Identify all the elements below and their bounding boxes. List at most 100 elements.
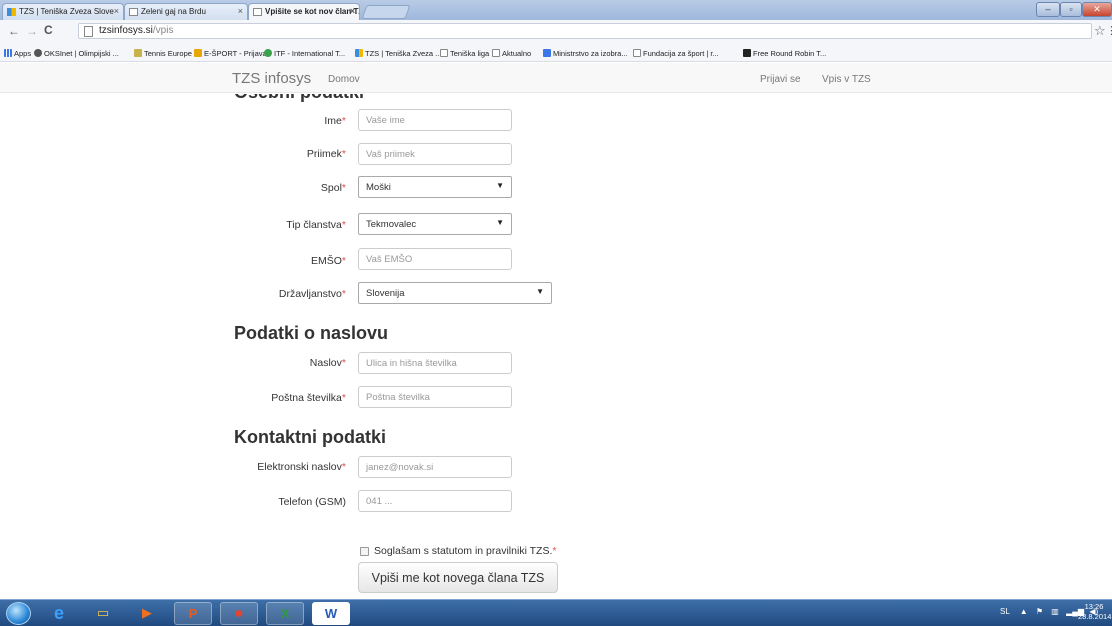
page-icon	[633, 49, 641, 57]
section-heading-personal: Osebni podatki	[234, 94, 364, 103]
start-button[interactable]	[6, 602, 31, 625]
maximize-button[interactable]: ▫	[1060, 2, 1082, 17]
street-label: Naslov*	[309, 357, 346, 369]
membership-type-label: Tip članstva*	[286, 219, 346, 231]
membership-type-select[interactable]: Tekmovalec ▼	[358, 213, 512, 235]
powerpoint-icon[interactable]: P	[174, 602, 212, 625]
registration-form: Osebni podatki Ime* Vaše ime Priimek* Va…	[0, 94, 1112, 599]
phone-input[interactable]: 041 ...	[358, 490, 512, 512]
bookmark-tennis-europe[interactable]: Tennis Europe	[134, 49, 192, 58]
page-favicon-icon	[129, 8, 138, 16]
bookmark-fundacija[interactable]: Fundacija za šport | r...	[633, 49, 719, 58]
clock-time: 13:26	[1084, 602, 1104, 611]
nav-home[interactable]: Domov	[328, 74, 360, 85]
postal-code-label: Poštna številka*	[271, 392, 346, 404]
tab-tzs-teniska-zveza[interactable]: TZS | Teniška Zveza Slove ×	[2, 3, 124, 20]
tab-close-icon[interactable]: ×	[114, 6, 119, 16]
section-heading-contact: Kontaktni podatki	[234, 427, 386, 447]
bookmark-e-sport[interactable]: E-ŠPORT - Prijava	[194, 49, 267, 58]
bookmark-round-robin[interactable]: Free Round Robin T...	[743, 49, 826, 58]
ministry-icon	[543, 49, 551, 57]
excel-icon[interactable]: X	[266, 602, 304, 625]
olympic-rings-icon	[34, 49, 42, 57]
taskbar-clock[interactable]: 13:26 28.8.2014	[1078, 602, 1112, 622]
nav-register[interactable]: Vpis v TZS	[822, 74, 871, 85]
page-icon	[84, 26, 93, 37]
flag-icon[interactable]: ⚑	[1036, 607, 1043, 616]
internet-explorer-icon[interactable]: e	[40, 602, 78, 625]
email-label: Elektronski naslov*	[257, 461, 346, 473]
bookmark-ministrstvo[interactable]: Ministrstvo za izobra...	[543, 49, 628, 58]
language-indicator[interactable]: SL	[1000, 607, 1010, 616]
itf-icon	[264, 49, 272, 57]
last-name-input[interactable]: Vaš priimek	[358, 143, 512, 165]
tab-zeleni-gaj[interactable]: Zeleni gaj na Brdu ×	[124, 3, 248, 20]
address-bar[interactable]: tzsinfosys.si/vpis	[78, 23, 1092, 39]
bookmark-tzs[interactable]: TZS | Teniška Zveza ...	[355, 49, 441, 58]
file-explorer-icon[interactable]: ▭	[84, 602, 122, 625]
agree-checkbox[interactable]	[360, 547, 369, 556]
back-arrow-icon[interactable]: ←	[8, 24, 20, 38]
tab-vpis[interactable]: Vpišite se kot nov član TZ ×	[248, 3, 360, 20]
first-name-input[interactable]: Vaše ime	[358, 109, 512, 131]
tab-title: TZS | Teniška Zveza Slove	[19, 7, 114, 16]
nav-login[interactable]: Prijavi se	[760, 74, 801, 85]
chrome-icon[interactable]: ●	[220, 602, 258, 625]
section-heading-address: Podatki o naslovu	[234, 323, 389, 343]
tennis-racket-icon	[134, 49, 142, 57]
bookmark-star-icon[interactable]: ☆	[1094, 23, 1106, 39]
page-icon	[440, 49, 448, 57]
bookmarks-bar: Apps OKSInet | Olimpijski ... Tennis Eur…	[0, 45, 1112, 62]
forward-arrow-icon[interactable]: →	[26, 24, 38, 38]
clock-date: 28.8.2014	[1078, 612, 1112, 621]
tab-title: Vpišite se kot nov član TZ	[265, 7, 360, 16]
bookmark-teniska-liga[interactable]: Teniška liga	[440, 49, 489, 58]
network-icon[interactable]: ▥	[1051, 607, 1059, 616]
new-tab-button[interactable]	[361, 5, 411, 19]
gender-select[interactable]: Moški ▼	[358, 176, 512, 198]
phone-label: Telefon (GSM)	[278, 496, 346, 508]
browser-toolbar: ← → C tzsinfosys.si/vpis ☆ ⋮	[0, 20, 1112, 45]
bookmark-aktualno[interactable]: Aktualno	[492, 49, 531, 58]
gender-label: Spol*	[320, 182, 346, 194]
bookmark-itf[interactable]: ITF - International T...	[264, 49, 345, 58]
word-icon[interactable]: W	[312, 602, 350, 625]
postal-code-input[interactable]: Poštna številka	[358, 386, 512, 408]
media-player-icon[interactable]: ▶	[128, 602, 166, 625]
dropdown-arrow-icon: ▼	[496, 218, 504, 227]
citizenship-select[interactable]: Slovenija ▼	[358, 282, 552, 304]
submit-button[interactable]: Vpiši me kot novega člana TZS	[358, 562, 558, 593]
url-path: /vpis	[152, 25, 174, 36]
tzs-favicon-icon	[7, 8, 16, 16]
url-host: tzsinfosys.si	[99, 25, 153, 36]
last-name-label: Priimek*	[306, 148, 346, 160]
email-input[interactable]: janez@novak.si	[358, 456, 512, 478]
tzs-favicon-icon	[355, 49, 363, 57]
citizenship-label: Državljanstvo*	[278, 288, 346, 300]
bookmark-apps[interactable]: Apps	[4, 49, 31, 58]
reload-icon[interactable]: C	[44, 23, 53, 37]
tray-arrow-icon[interactable]: ▲	[1020, 607, 1028, 616]
windows-taskbar: e ▭ ▶ P ● X W SL ▲ ⚑ ▥ ▂▄▆ ◀) 13:26 28.8…	[0, 599, 1112, 626]
dropdown-arrow-icon: ▼	[496, 181, 504, 190]
street-input[interactable]: Ulica in hišna številka	[358, 352, 512, 374]
screen: TZS | Teniška Zveza Slove × Zeleni gaj n…	[0, 0, 1112, 626]
dropdown-arrow-icon: ▼	[536, 287, 544, 296]
browser-menu-icon[interactable]: ⋮	[1106, 24, 1112, 37]
minimize-button[interactable]: –	[1036, 2, 1060, 17]
e-sport-icon	[194, 49, 202, 57]
brand-logo[interactable]: TZS infosys	[232, 70, 311, 87]
page-icon	[492, 49, 500, 57]
window-close-button[interactable]: ✕	[1082, 2, 1112, 17]
browser-tab-strip: TZS | Teniška Zveza Slove × Zeleni gaj n…	[0, 0, 1112, 20]
round-robin-icon	[743, 49, 751, 57]
tab-close-icon[interactable]: ×	[350, 6, 355, 16]
emso-input[interactable]: Vaš EMŠO	[358, 248, 512, 270]
bookmark-oksinet[interactable]: OKSInet | Olimpijski ...	[34, 49, 119, 58]
emso-label: EMŠO*	[310, 255, 346, 267]
tab-title: Zeleni gaj na Brdu	[141, 7, 206, 16]
tab-close-icon[interactable]: ×	[238, 6, 243, 16]
page-favicon-icon	[253, 8, 262, 16]
first-name-label: Ime*	[324, 115, 346, 127]
agree-label[interactable]: Soglašam s statutom in pravilniki TZS.*	[374, 545, 556, 557]
